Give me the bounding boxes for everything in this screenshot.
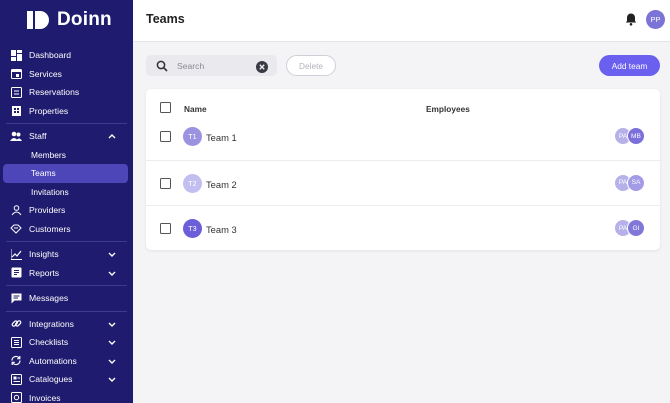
employee-avatar[interactable]: MB [627,127,645,145]
user-avatar[interactable]: PP [646,10,665,29]
sidebar-item-invitations[interactable]: Invitations [0,183,133,202]
employee-avatar[interactable]: GI [627,219,645,237]
team-avatar: T2 [183,173,202,193]
row-checkbox[interactable] [160,177,171,189]
handshake-icon [10,223,22,235]
team-name[interactable]: Team 2 [206,179,237,190]
table-row[interactable]: T3 Team 3 PA GI [146,205,660,251]
sidebar-item-label: Staff [29,131,47,142]
invoice-icon [10,392,22,403]
employee-avatars: PA GI [614,219,646,237]
sidebar-item-label: Reservations [29,87,80,98]
sidebar-item-label: Invoices [29,392,61,403]
report-icon [10,267,22,279]
team-avatar: T3 [183,219,202,238]
sidebar-nav: Dashboard Services Reservations Properti… [0,46,133,403]
checklist-icon [10,336,22,348]
sidebar-item-automations[interactable]: Automations [0,352,133,371]
chevron-down-icon [107,337,117,347]
employee-avatar[interactable]: SA [627,173,645,192]
chevron-up-icon [107,131,117,141]
top-bar: Teams PP [133,0,670,42]
sidebar-item-providers[interactable]: Providers [0,201,133,220]
provider-icon [10,204,22,216]
logo[interactable]: Doinn [27,9,112,31]
sidebar-item-invoices[interactable]: Invoices [0,389,133,403]
sidebar-item-dashboard[interactable]: Dashboard [0,46,133,65]
sidebar-item-label: Providers [29,205,66,216]
team-avatar: T1 [183,127,202,146]
chevron-down-icon [107,319,117,329]
team-name[interactable]: Team 1 [206,132,237,143]
table-row[interactable]: T2 Team 2 PA SA [146,159,660,206]
sidebar-item-catalogues[interactable]: Catalogues [0,370,133,389]
message-icon [10,292,22,304]
sidebar-item-insights[interactable]: Insights [0,245,133,264]
sidebar-divider [6,310,127,312]
chevron-down-icon [107,374,117,384]
sidebar-divider [6,241,127,242]
sidebar-item-members[interactable]: Members [0,146,133,165]
delete-button[interactable]: Delete [286,55,336,76]
sidebar: Doinn Dashboard Services Reservations Pr… [0,0,133,403]
sidebar-item-label: Checklists [29,337,69,348]
chevron-down-icon [107,356,117,366]
row-checkbox[interactable] [160,223,171,234]
calendar-icon [10,68,22,80]
sidebar-divider [6,123,127,124]
sidebar-item-label: Services [29,68,62,79]
sidebar-item-label: Reports [29,267,60,278]
sidebar-item-services[interactable]: Services [0,65,133,84]
sidebar-divider [6,285,127,286]
people-icon [10,130,22,142]
employee-avatars: PA SA [614,173,646,192]
row-checkbox[interactable] [160,131,171,142]
column-header-name: Name [184,104,207,114]
sidebar-item-integrations[interactable]: Integrations [0,315,133,334]
select-all-checkbox[interactable] [160,102,171,113]
sidebar-item-staff[interactable]: Staff [0,127,133,146]
sidebar-item-label: Insights [29,249,59,260]
chevron-down-icon [107,249,117,259]
sidebar-item-reservations[interactable]: Reservations [0,83,133,102]
add-team-button[interactable]: Add team [599,55,660,76]
chevron-down-icon [107,268,117,278]
building-icon [10,105,22,117]
sidebar-item-label: Catalogues [29,374,73,385]
bell-icon[interactable] [624,12,638,26]
search-icon [156,59,168,72]
sidebar-item-label: Messages [29,293,69,304]
employee-avatars: PA MB [614,127,646,145]
chart-line-icon [10,248,22,260]
doinn-logo-icon [27,10,51,30]
teams-table: Name Employees T1 Team 1 PA MB T2 Team 2… [146,89,660,250]
column-header-employees: Employees [426,104,470,114]
catalogue-icon [10,373,22,385]
sidebar-item-customers[interactable]: Customers [0,220,133,239]
brand-name: Doinn [57,9,112,30]
automation-icon [10,355,22,367]
team-name[interactable]: Team 3 [206,224,237,235]
sidebar-item-reports[interactable]: Reports [0,264,133,283]
page-title: Teams [146,12,185,26]
sidebar-item-properties[interactable]: Properties [0,102,133,121]
table-row[interactable]: T1 Team 1 PA MB [146,114,660,160]
sidebar-item-label: Integrations [29,318,74,329]
sidebar-item-label: Properties [29,105,69,116]
sidebar-item-label: Automations [29,355,77,366]
reservations-icon [10,86,22,98]
sidebar-item-checklists[interactable]: Checklists [0,333,133,352]
clear-search-icon[interactable] [256,60,268,73]
sidebar-item-label: Dashboard [29,50,72,61]
dashboard-icon [10,49,22,61]
sidebar-item-label: Customers [29,223,71,234]
link-icon [10,318,22,330]
sidebar-item-teams[interactable]: Teams [3,164,128,183]
search-input[interactable] [177,58,249,73]
sidebar-item-messages[interactable]: Messages [0,289,133,308]
search-box [146,55,277,76]
